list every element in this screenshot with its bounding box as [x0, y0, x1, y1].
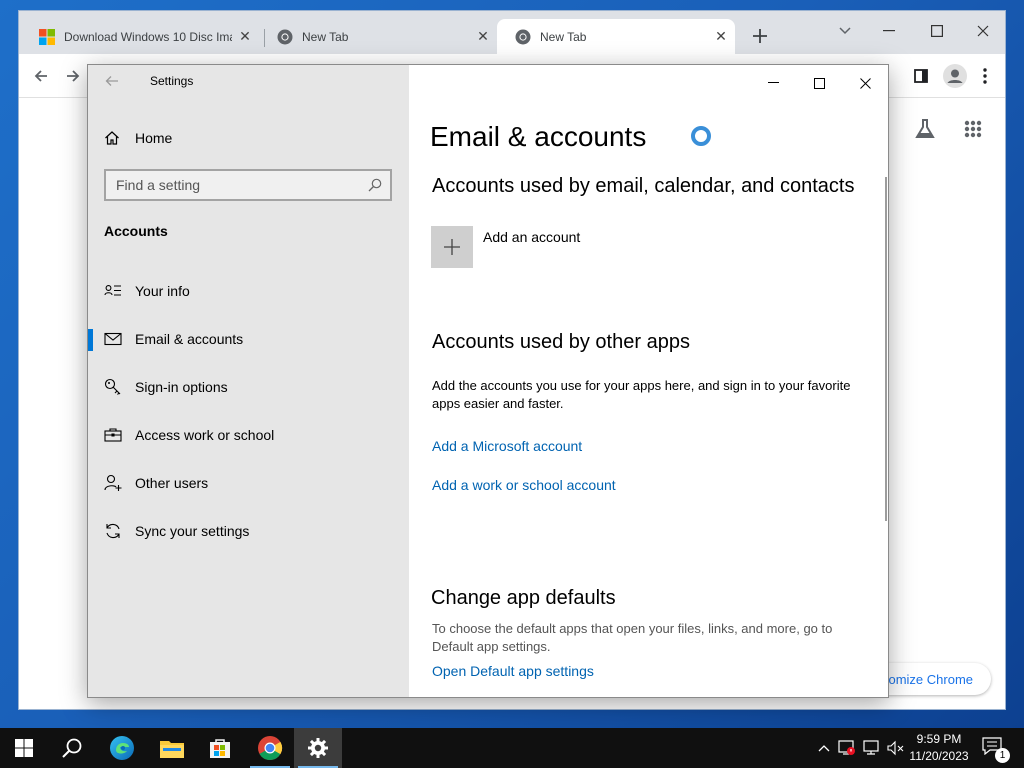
add-work-school-account-link[interactable]: Add a work or school account: [432, 477, 616, 493]
side-panel-icon[interactable]: [909, 64, 933, 88]
sidebar-item-label: Sync your settings: [135, 523, 250, 539]
windows-start-icon: [15, 739, 33, 757]
minimize-icon[interactable]: [869, 17, 909, 45]
close-icon[interactable]: ✕: [237, 28, 253, 44]
add-account-button[interactable]: Add an account: [431, 226, 580, 268]
back-arrow-icon[interactable]: [104, 73, 124, 93]
tab-strip: Download Windows 10 Disc Ima ✕ New Tab ✕: [19, 11, 1005, 54]
new-tab-button[interactable]: [750, 26, 770, 46]
settings-content: Email & accounts Accounts used by email,…: [409, 65, 888, 697]
app-defaults-heading: Change app defaults: [431, 587, 616, 609]
profile-avatar-icon[interactable]: [941, 62, 969, 90]
clock-time: 9:59 PM: [916, 732, 962, 746]
sidebar-item-label: Access work or school: [135, 427, 275, 443]
back-icon[interactable]: [29, 64, 53, 88]
contact-card-icon: [104, 282, 122, 300]
other-apps-description: Add the accounts you use for your apps h…: [432, 378, 851, 411]
chrome-icon: [277, 29, 293, 45]
search-icon: [61, 737, 83, 759]
scrollbar[interactable]: [885, 177, 887, 521]
tab-search-icon[interactable]: [825, 17, 865, 45]
sidebar-item-email-accounts[interactable]: Email & accounts: [88, 319, 409, 359]
sidebar-item-your-info[interactable]: Your info: [88, 271, 409, 311]
settings-sidebar: Settings Home Find a setting Accounts Yo…: [88, 65, 409, 697]
close-icon[interactable]: [963, 17, 1003, 45]
key-icon: [104, 378, 122, 396]
home-label: Home: [135, 130, 173, 146]
tab-new-tab-1[interactable]: New Tab ✕: [259, 19, 497, 54]
home-nav-item[interactable]: Home: [104, 127, 172, 149]
taskbar-settings[interactable]: [294, 728, 342, 768]
sidebar-item-other-users[interactable]: Other users: [88, 463, 409, 503]
file-explorer-icon: [160, 738, 184, 758]
open-default-app-settings-link[interactable]: Open Default app settings: [432, 663, 594, 679]
labs-flask-icon[interactable]: [912, 116, 938, 142]
maximize-icon[interactable]: [917, 17, 957, 45]
close-icon[interactable]: ✕: [713, 28, 729, 44]
taskbar-file-explorer[interactable]: [148, 728, 196, 768]
other-apps-heading: Accounts used by other apps: [432, 331, 690, 353]
sidebar-item-label: Sign-in options: [135, 379, 228, 395]
tab-download-windows[interactable]: Download Windows 10 Disc Ima ✕: [21, 19, 259, 54]
email-section-heading: Accounts used by email, calendar, and co…: [432, 175, 855, 197]
settings-icon: [307, 737, 329, 759]
taskbar-chrome[interactable]: [246, 728, 294, 768]
sidebar-item-label: Other users: [135, 475, 209, 491]
loading-spinner-icon: [691, 126, 711, 146]
sidebar-item-label: Email & accounts: [135, 331, 244, 347]
close-icon[interactable]: [843, 69, 887, 97]
page-title: Email & accounts: [430, 121, 647, 152]
security-warning-icon[interactable]: [837, 738, 857, 758]
selection-indicator: [88, 329, 93, 351]
minimize-icon[interactable]: [751, 69, 795, 97]
tab-title: New Tab: [302, 29, 349, 44]
clock[interactable]: 9:59 PM 11/20/2023: [904, 731, 974, 765]
tab-title: Download Windows 10 Disc Ima: [64, 29, 232, 44]
store-icon: [209, 737, 231, 759]
maximize-icon[interactable]: [797, 69, 841, 97]
taskbar: 9:59 PM 11/20/2023 1: [0, 728, 1024, 768]
app-defaults-description: To choose the default apps that open you…: [432, 621, 833, 654]
customize-chrome-label: stomize Chrome: [878, 671, 973, 687]
mail-icon: [104, 330, 122, 348]
close-icon[interactable]: ✕: [475, 28, 491, 44]
windows-logo-icon: [39, 28, 55, 45]
sync-icon: [104, 522, 122, 540]
tab-title: New Tab: [540, 29, 587, 44]
start-button[interactable]: [0, 728, 48, 768]
taskbar-edge[interactable]: [98, 728, 146, 768]
taskbar-store[interactable]: [196, 728, 244, 768]
tab-new-tab-2[interactable]: New Tab ✕: [497, 19, 735, 54]
edge-icon: [109, 735, 135, 761]
sidebar-item-sync-settings[interactable]: Sync your settings: [88, 511, 409, 551]
add-microsoft-account-link[interactable]: Add a Microsoft account: [432, 438, 582, 454]
section-title: Accounts: [104, 223, 168, 239]
sidebar-item-sign-in-options[interactable]: Sign-in options: [88, 367, 409, 407]
settings-window: Settings Home Find a setting Accounts Yo…: [87, 64, 889, 698]
action-center-button[interactable]: 1: [982, 737, 1010, 763]
search-icon: [368, 178, 382, 192]
chrome-icon: [257, 735, 283, 761]
clock-date: 11/20/2023: [909, 749, 969, 763]
chevron-up-icon[interactable]: [814, 738, 834, 758]
sidebar-item-label: Your info: [135, 283, 190, 299]
more-menu-icon[interactable]: [973, 64, 997, 88]
add-account-label: Add an account: [483, 229, 581, 245]
search-input[interactable]: Find a setting: [104, 169, 392, 201]
briefcase-icon: [104, 426, 122, 444]
apps-grid-icon[interactable]: [960, 116, 986, 142]
sidebar-item-access-work[interactable]: Access work or school: [88, 415, 409, 455]
app-title: Settings: [150, 74, 194, 88]
network-icon[interactable]: [862, 738, 882, 758]
plus-icon: [431, 226, 473, 268]
search-button[interactable]: [48, 728, 96, 768]
home-icon: [104, 130, 120, 146]
add-person-icon: [104, 474, 122, 492]
forward-icon[interactable]: [61, 64, 85, 88]
volume-muted-icon[interactable]: [886, 738, 906, 758]
search-placeholder: Find a setting: [116, 177, 201, 193]
notification-count-badge: 1: [995, 748, 1010, 763]
chrome-icon: [515, 29, 531, 45]
